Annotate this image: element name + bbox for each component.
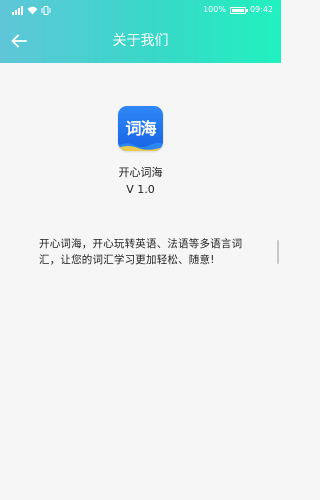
- wave-icon: [118, 142, 163, 151]
- status-time: 09:42: [249, 5, 273, 14]
- header: 100% 09:42 关于我们: [0, 0, 281, 63]
- battery-percent: 100%: [203, 5, 226, 14]
- wifi-icon: [27, 6, 38, 14]
- vibrate-icon: [41, 5, 51, 15]
- status-icons-right: 100% 09:42: [203, 0, 273, 20]
- app-logo-text: 词海: [125, 119, 156, 138]
- app-description: 开心词海，开心玩转英语、法语等多语言词汇，让您的词汇学习更加轻松、随意!: [39, 238, 243, 266]
- signal-icon: [12, 5, 23, 15]
- app-logo: 词海: [118, 106, 163, 151]
- battery-icon: [229, 6, 248, 14]
- scrollbar[interactable]: [277, 240, 279, 264]
- page-title: 关于我们: [112, 33, 169, 49]
- app-version: V 1.0: [126, 183, 155, 196]
- nav-bar: 关于我们: [0, 20, 281, 63]
- status-bar: 100% 09:42: [0, 0, 281, 20]
- app-name: 开心词海: [118, 166, 163, 179]
- status-icons-left: [12, 5, 51, 15]
